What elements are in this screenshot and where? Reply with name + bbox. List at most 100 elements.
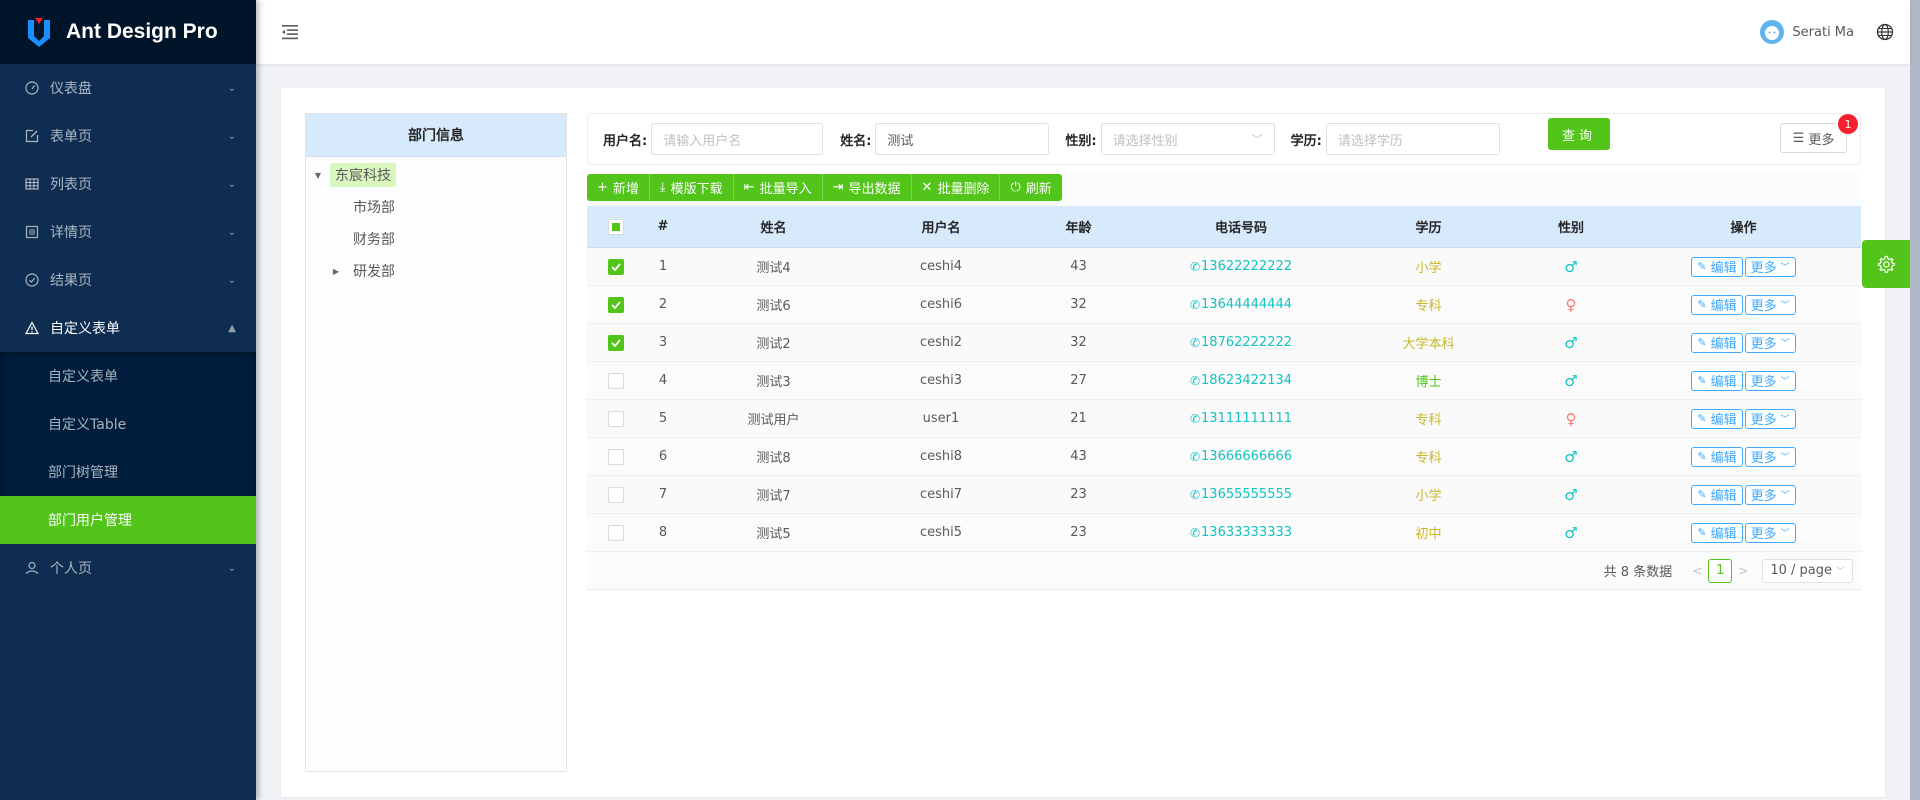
batch-delete-button[interactable]: ✕ 批量删除 — [912, 174, 1001, 201]
submenu-item-1[interactable]: 自定义Table — [0, 400, 256, 448]
submenu-item-0[interactable]: 自定义表单 — [0, 352, 256, 400]
row-checkbox[interactable] — [608, 296, 624, 313]
add-button[interactable]: + 新增 — [587, 174, 650, 201]
tree-node: ▼ 东宸科技 — [306, 159, 566, 191]
edit-button[interactable]: ✎ 编辑 — [1691, 484, 1743, 505]
edit-button[interactable]: ✎ 编辑 — [1691, 332, 1743, 353]
row-more-button[interactable]: 更多 ﹀ — [1744, 370, 1796, 391]
edu-input[interactable]: 请选择学历 — [1325, 123, 1500, 155]
menu-fold-icon[interactable] — [280, 23, 300, 41]
phone-link[interactable]: ✆ 13644444444 — [1190, 297, 1292, 312]
col-name: 姓名 — [760, 221, 787, 236]
sidebar-item-1[interactable]: 表单页 ⌄ — [0, 112, 256, 160]
setting-drawer-button[interactable] — [1862, 240, 1910, 288]
tree-node-label[interactable]: 市场部 — [348, 195, 400, 219]
app-title: Ant Design Pro — [66, 20, 218, 43]
gender-placeholder: 请选择性别 — [1112, 133, 1178, 149]
select-all-checkbox[interactable] — [608, 218, 624, 235]
more-filter-button[interactable]: ☰ 更多 — [1780, 123, 1847, 153]
row-checkbox[interactable] — [608, 372, 624, 389]
page-size-value: 10 / page — [1770, 563, 1832, 578]
refresh-button[interactable]: ⏻ 刷新 — [1000, 174, 1061, 201]
power-icon: ⏻ — [1010, 180, 1021, 195]
gender-select[interactable]: 请选择性别 ﹀ — [1100, 123, 1275, 155]
edit-button[interactable]: ✎ 编辑 — [1691, 294, 1743, 315]
phone-link[interactable]: ✆ 13622222222 — [1190, 259, 1292, 274]
phone-link[interactable]: ✆ 13655555555 — [1190, 487, 1292, 502]
caret-down-icon[interactable]: ▼ — [312, 171, 324, 180]
edit-button[interactable]: ✎ 编辑 — [1691, 446, 1743, 467]
phone-link[interactable]: ✆ 18623422134 — [1190, 373, 1292, 388]
tree-node-label[interactable]: 东宸科技 — [330, 163, 396, 187]
toolbar-button-label: 批量导入 — [759, 182, 812, 197]
chevron-down-icon: ⌄ — [227, 274, 236, 286]
row-more-button[interactable]: 更多 ﹀ — [1744, 484, 1796, 505]
chevron-down-icon: ﹀ — [1780, 301, 1790, 311]
row-more-button[interactable]: 更多 ﹀ — [1744, 332, 1796, 353]
table-row: 8 测试5 ceshi5 23 ✆ 13633333333 初中 ♂ ✎ 编辑 更多 ﹀ — [587, 514, 1861, 552]
cell-name: 测试6 — [756, 299, 791, 314]
col-age: 年龄 — [1065, 221, 1092, 236]
col-education: 学历 — [1415, 221, 1442, 236]
scrollbar-track[interactable] — [1910, 0, 1920, 800]
scrollbar-thumb[interactable] — [1910, 0, 1920, 800]
batch-import-button[interactable]: ⇤ 批量导入 — [734, 174, 823, 201]
submenu-item-3[interactable]: 部门用户管理 — [0, 496, 256, 544]
row-checkbox[interactable] — [608, 448, 624, 465]
logo[interactable]: Ant Design Pro — [0, 0, 256, 64]
sidebar-item-5[interactable]: 自定义表单 ▲ — [0, 304, 256, 352]
query-button[interactable]: 查询 — [1548, 118, 1610, 150]
row-checkbox[interactable] — [608, 524, 624, 541]
row-checkbox[interactable] — [608, 486, 624, 503]
sidebar-item-2[interactable]: 列表页 ⌄ — [0, 160, 256, 208]
row-more-button[interactable]: 更多 ﹀ — [1744, 294, 1796, 315]
sidebar-item-4[interactable]: 结果页 ⌄ — [0, 256, 256, 304]
avatar[interactable] — [1760, 20, 1785, 44]
row-more-button[interactable]: 更多 ﹀ — [1744, 522, 1796, 543]
phone-link[interactable]: ✆ 13666666666 — [1190, 449, 1292, 464]
male-icon: ♂ — [1564, 333, 1578, 352]
toolbar-button-label: 刷新 — [1025, 182, 1052, 197]
name-input[interactable]: 测试 — [875, 123, 1050, 155]
template-download-button[interactable]: ⤓ 模版下载 — [650, 174, 734, 201]
sidebar-item-6[interactable]: 个人页 ⌄ — [0, 544, 256, 592]
submenu-item-2[interactable]: 部门树管理 — [0, 448, 256, 496]
edit-button[interactable]: ✎ 编辑 — [1691, 522, 1743, 543]
prev-page-icon[interactable]: < — [1692, 564, 1702, 578]
username-input[interactable]: 请输入用户名 — [651, 123, 824, 155]
caret-right-icon[interactable]: ▶ — [330, 267, 342, 276]
page-size-select[interactable]: 10 / page ﹀ — [1762, 558, 1853, 583]
cell-age: 23 — [1070, 525, 1087, 540]
tree-node-label[interactable]: 研发部 — [348, 259, 400, 283]
next-page-icon[interactable]: > — [1738, 564, 1748, 578]
username[interactable]: Serati Ma — [1792, 25, 1854, 40]
tree-node-label[interactable]: 财务部 — [348, 227, 400, 251]
edit-label: 编辑 — [1710, 451, 1737, 466]
sidebar-item-3[interactable]: 详情页 ⌄ — [0, 208, 256, 256]
phone-link[interactable]: ✆ 13633333333 — [1190, 525, 1292, 540]
phone-icon: ✆ — [1189, 411, 1201, 426]
page-item-current[interactable]: 1 — [1708, 558, 1733, 583]
table-icon — [24, 176, 40, 192]
edit-button[interactable]: ✎ 编辑 — [1691, 256, 1743, 277]
phone-link[interactable]: ✆ 13111111111 — [1190, 411, 1292, 426]
sidebar-item-0[interactable]: 仪表盘 ⌄ — [0, 64, 256, 112]
edit-button[interactable]: ✎ 编辑 — [1691, 408, 1743, 429]
cell-age: 21 — [1070, 411, 1087, 426]
phone-link[interactable]: ✆ 18762222222 — [1190, 335, 1292, 350]
row-more-button[interactable]: 更多 ﹀ — [1744, 408, 1796, 429]
cell-username: ceshi8 — [919, 449, 963, 464]
row-more-button[interactable]: 更多 ﹀ — [1744, 256, 1796, 277]
edit-button[interactable]: ✎ 编辑 — [1691, 370, 1743, 391]
row-more-button[interactable]: 更多 ﹀ — [1744, 446, 1796, 467]
cell-age: 43 — [1070, 259, 1087, 274]
chevron-down-icon: ﹀ — [1780, 377, 1790, 387]
row-more-label: 更多 — [1750, 489, 1777, 504]
male-icon: ♂ — [1564, 371, 1578, 390]
cell-username: ceshi3 — [919, 373, 963, 388]
row-checkbox[interactable] — [608, 334, 624, 351]
row-checkbox[interactable] — [608, 410, 624, 427]
globe-icon[interactable] — [1876, 23, 1894, 41]
row-checkbox[interactable] — [608, 258, 624, 275]
export-button[interactable]: ⇥ 导出数据 — [823, 174, 912, 201]
